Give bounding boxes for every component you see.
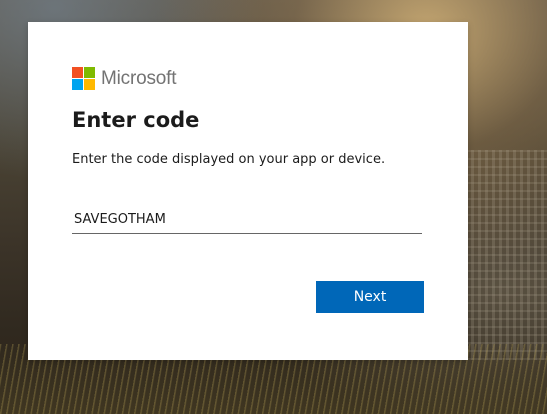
logo-square-red: [72, 67, 83, 78]
logo-square-green: [84, 67, 95, 78]
sign-in-card: Microsoft Enter code Enter the code disp…: [28, 22, 468, 360]
microsoft-logo-icon: [72, 67, 95, 90]
microsoft-wordmark: Microsoft: [101, 67, 177, 89]
instruction-text: Enter the code displayed on your app or …: [72, 152, 386, 167]
city-skyline: [457, 150, 547, 360]
microsoft-logo: Microsoft: [72, 67, 176, 90]
page-title: Enter code: [72, 108, 200, 132]
logo-square-yellow: [84, 79, 95, 90]
logo-square-blue: [72, 79, 83, 90]
next-button[interactable]: Next: [316, 281, 424, 313]
code-input[interactable]: [72, 206, 422, 234]
